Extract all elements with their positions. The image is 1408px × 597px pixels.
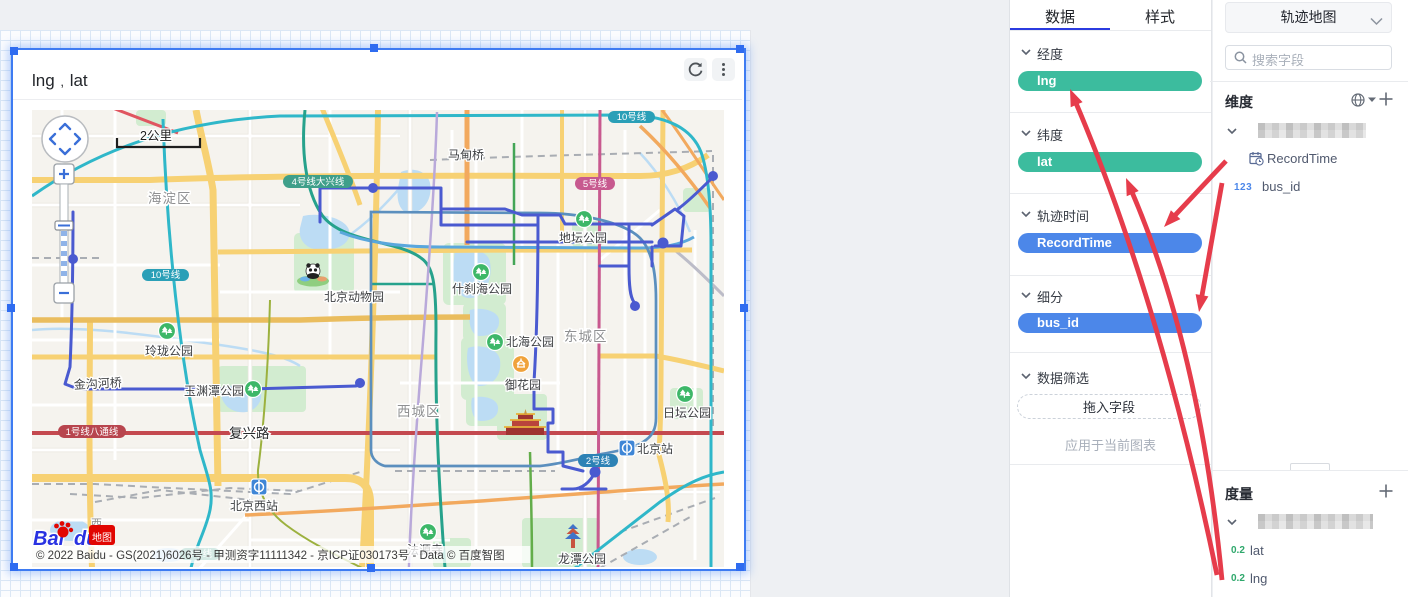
svg-text:什刹海公园: 什刹海公园 [452, 281, 512, 296]
svg-text:马甸桥: 马甸桥 [448, 148, 484, 162]
svg-text:日坛公园: 日坛公园 [663, 406, 711, 420]
svg-text:龙潭公园: 龙潭公园 [558, 552, 606, 566]
svg-text:海淀区: 海淀区 [148, 191, 192, 206]
svg-text:西城区: 西城区 [397, 404, 441, 419]
svg-text:4号线大兴线: 4号线大兴线 [292, 176, 345, 188]
svg-text:北京动物园: 北京动物园 [324, 290, 384, 304]
svg-text:10号线: 10号线 [151, 269, 181, 281]
svg-text:北海公园: 北海公园 [506, 334, 554, 349]
svg-text:地图: 地图 [92, 531, 112, 544]
svg-text:复兴路: 复兴路 [229, 425, 270, 441]
svg-text:1号线八通线: 1号线八通线 [66, 426, 119, 438]
svg-text:10号线: 10号线 [617, 111, 647, 123]
svg-text:北京站: 北京站 [637, 442, 673, 456]
svg-text:玲珑公园: 玲珑公园 [145, 344, 193, 358]
svg-text:2号线: 2号线 [586, 455, 611, 467]
svg-text:地坛公园: 地坛公园 [559, 231, 607, 245]
svg-text:玉渊潭公园: 玉渊潭公园 [184, 384, 244, 398]
svg-text:© 2022 Baidu - GS(2021)6026号 -: © 2022 Baidu - GS(2021)6026号 - 甲测资字11111… [36, 548, 505, 562]
svg-text:2公里: 2公里 [140, 129, 172, 143]
svg-text:5号线: 5号线 [583, 178, 608, 190]
svg-text:北京西站: 北京西站 [230, 499, 278, 513]
svg-text:东城区: 东城区 [564, 329, 608, 344]
svg-text:金沟河桥: 金沟河桥 [73, 375, 122, 392]
svg-text:御花园: 御花园 [505, 377, 541, 392]
